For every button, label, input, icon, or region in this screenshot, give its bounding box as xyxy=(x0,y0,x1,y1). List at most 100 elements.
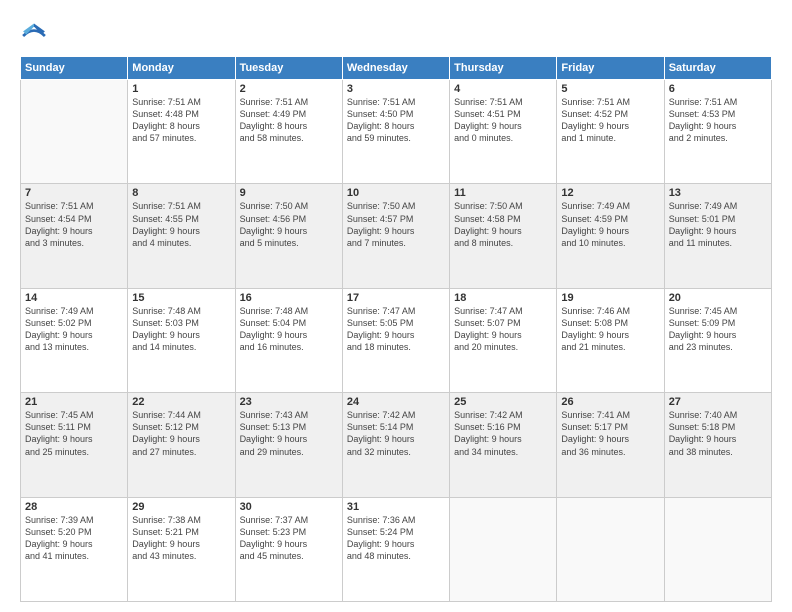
week-row-4: 21Sunrise: 7:45 AM Sunset: 5:11 PM Dayli… xyxy=(21,393,772,497)
day-info: Sunrise: 7:51 AM Sunset: 4:48 PM Dayligh… xyxy=(132,96,230,145)
day-cell xyxy=(450,497,557,601)
week-row-5: 28Sunrise: 7:39 AM Sunset: 5:20 PM Dayli… xyxy=(21,497,772,601)
day-info: Sunrise: 7:47 AM Sunset: 5:05 PM Dayligh… xyxy=(347,305,445,354)
day-number: 11 xyxy=(454,187,552,199)
day-cell: 20Sunrise: 7:45 AM Sunset: 5:09 PM Dayli… xyxy=(664,288,771,392)
day-number: 22 xyxy=(132,396,230,408)
day-cell: 29Sunrise: 7:38 AM Sunset: 5:21 PM Dayli… xyxy=(128,497,235,601)
day-info: Sunrise: 7:43 AM Sunset: 5:13 PM Dayligh… xyxy=(240,409,338,458)
day-number: 31 xyxy=(347,501,445,513)
day-info: Sunrise: 7:44 AM Sunset: 5:12 PM Dayligh… xyxy=(132,409,230,458)
day-number: 9 xyxy=(240,187,338,199)
logo-icon xyxy=(20,22,48,50)
day-number: 27 xyxy=(669,396,767,408)
week-row-3: 14Sunrise: 7:49 AM Sunset: 5:02 PM Dayli… xyxy=(21,288,772,392)
day-info: Sunrise: 7:51 AM Sunset: 4:51 PM Dayligh… xyxy=(454,96,552,145)
weekday-header-tuesday: Tuesday xyxy=(235,57,342,80)
calendar-page: SundayMondayTuesdayWednesdayThursdayFrid… xyxy=(0,0,792,612)
day-info: Sunrise: 7:36 AM Sunset: 5:24 PM Dayligh… xyxy=(347,514,445,563)
day-info: Sunrise: 7:51 AM Sunset: 4:54 PM Dayligh… xyxy=(25,200,123,249)
day-cell: 19Sunrise: 7:46 AM Sunset: 5:08 PM Dayli… xyxy=(557,288,664,392)
day-cell xyxy=(557,497,664,601)
day-cell: 12Sunrise: 7:49 AM Sunset: 4:59 PM Dayli… xyxy=(557,184,664,288)
day-number: 18 xyxy=(454,292,552,304)
day-info: Sunrise: 7:50 AM Sunset: 4:57 PM Dayligh… xyxy=(347,200,445,249)
day-cell: 26Sunrise: 7:41 AM Sunset: 5:17 PM Dayli… xyxy=(557,393,664,497)
day-number: 28 xyxy=(25,501,123,513)
weekday-header-friday: Friday xyxy=(557,57,664,80)
day-info: Sunrise: 7:45 AM Sunset: 5:09 PM Dayligh… xyxy=(669,305,767,354)
weekday-header-thursday: Thursday xyxy=(450,57,557,80)
day-cell: 31Sunrise: 7:36 AM Sunset: 5:24 PM Dayli… xyxy=(342,497,449,601)
day-cell xyxy=(21,80,128,184)
day-number: 10 xyxy=(347,187,445,199)
day-info: Sunrise: 7:51 AM Sunset: 4:55 PM Dayligh… xyxy=(132,200,230,249)
day-number: 4 xyxy=(454,83,552,95)
logo xyxy=(20,22,52,50)
day-cell: 2Sunrise: 7:51 AM Sunset: 4:49 PM Daylig… xyxy=(235,80,342,184)
day-number: 7 xyxy=(25,187,123,199)
day-cell: 13Sunrise: 7:49 AM Sunset: 5:01 PM Dayli… xyxy=(664,184,771,288)
day-number: 19 xyxy=(561,292,659,304)
day-info: Sunrise: 7:49 AM Sunset: 5:01 PM Dayligh… xyxy=(669,200,767,249)
day-cell: 14Sunrise: 7:49 AM Sunset: 5:02 PM Dayli… xyxy=(21,288,128,392)
day-info: Sunrise: 7:51 AM Sunset: 4:52 PM Dayligh… xyxy=(561,96,659,145)
day-info: Sunrise: 7:38 AM Sunset: 5:21 PM Dayligh… xyxy=(132,514,230,563)
day-info: Sunrise: 7:51 AM Sunset: 4:50 PM Dayligh… xyxy=(347,96,445,145)
day-info: Sunrise: 7:46 AM Sunset: 5:08 PM Dayligh… xyxy=(561,305,659,354)
week-row-2: 7Sunrise: 7:51 AM Sunset: 4:54 PM Daylig… xyxy=(21,184,772,288)
day-number: 21 xyxy=(25,396,123,408)
day-cell: 24Sunrise: 7:42 AM Sunset: 5:14 PM Dayli… xyxy=(342,393,449,497)
day-cell: 17Sunrise: 7:47 AM Sunset: 5:05 PM Dayli… xyxy=(342,288,449,392)
day-info: Sunrise: 7:51 AM Sunset: 4:53 PM Dayligh… xyxy=(669,96,767,145)
day-info: Sunrise: 7:39 AM Sunset: 5:20 PM Dayligh… xyxy=(25,514,123,563)
day-cell: 6Sunrise: 7:51 AM Sunset: 4:53 PM Daylig… xyxy=(664,80,771,184)
day-info: Sunrise: 7:48 AM Sunset: 5:03 PM Dayligh… xyxy=(132,305,230,354)
day-cell: 16Sunrise: 7:48 AM Sunset: 5:04 PM Dayli… xyxy=(235,288,342,392)
day-number: 12 xyxy=(561,187,659,199)
day-info: Sunrise: 7:49 AM Sunset: 5:02 PM Dayligh… xyxy=(25,305,123,354)
day-cell: 15Sunrise: 7:48 AM Sunset: 5:03 PM Dayli… xyxy=(128,288,235,392)
day-number: 5 xyxy=(561,83,659,95)
day-cell xyxy=(664,497,771,601)
day-info: Sunrise: 7:42 AM Sunset: 5:16 PM Dayligh… xyxy=(454,409,552,458)
day-number: 8 xyxy=(132,187,230,199)
day-number: 29 xyxy=(132,501,230,513)
header xyxy=(20,18,772,50)
day-info: Sunrise: 7:45 AM Sunset: 5:11 PM Dayligh… xyxy=(25,409,123,458)
day-cell: 28Sunrise: 7:39 AM Sunset: 5:20 PM Dayli… xyxy=(21,497,128,601)
weekday-header-saturday: Saturday xyxy=(664,57,771,80)
weekday-header-monday: Monday xyxy=(128,57,235,80)
day-number: 17 xyxy=(347,292,445,304)
weekday-header-wednesday: Wednesday xyxy=(342,57,449,80)
day-cell: 21Sunrise: 7:45 AM Sunset: 5:11 PM Dayli… xyxy=(21,393,128,497)
weekday-header-sunday: Sunday xyxy=(21,57,128,80)
day-number: 3 xyxy=(347,83,445,95)
day-cell: 7Sunrise: 7:51 AM Sunset: 4:54 PM Daylig… xyxy=(21,184,128,288)
day-number: 13 xyxy=(669,187,767,199)
day-info: Sunrise: 7:50 AM Sunset: 4:56 PM Dayligh… xyxy=(240,200,338,249)
day-cell: 10Sunrise: 7:50 AM Sunset: 4:57 PM Dayli… xyxy=(342,184,449,288)
day-number: 15 xyxy=(132,292,230,304)
day-cell: 1Sunrise: 7:51 AM Sunset: 4:48 PM Daylig… xyxy=(128,80,235,184)
day-info: Sunrise: 7:51 AM Sunset: 4:49 PM Dayligh… xyxy=(240,96,338,145)
day-info: Sunrise: 7:41 AM Sunset: 5:17 PM Dayligh… xyxy=(561,409,659,458)
day-number: 25 xyxy=(454,396,552,408)
day-cell: 23Sunrise: 7:43 AM Sunset: 5:13 PM Dayli… xyxy=(235,393,342,497)
day-info: Sunrise: 7:49 AM Sunset: 4:59 PM Dayligh… xyxy=(561,200,659,249)
day-info: Sunrise: 7:47 AM Sunset: 5:07 PM Dayligh… xyxy=(454,305,552,354)
day-cell: 9Sunrise: 7:50 AM Sunset: 4:56 PM Daylig… xyxy=(235,184,342,288)
day-number: 23 xyxy=(240,396,338,408)
day-cell: 8Sunrise: 7:51 AM Sunset: 4:55 PM Daylig… xyxy=(128,184,235,288)
day-cell: 5Sunrise: 7:51 AM Sunset: 4:52 PM Daylig… xyxy=(557,80,664,184)
day-info: Sunrise: 7:50 AM Sunset: 4:58 PM Dayligh… xyxy=(454,200,552,249)
day-number: 2 xyxy=(240,83,338,95)
day-cell: 4Sunrise: 7:51 AM Sunset: 4:51 PM Daylig… xyxy=(450,80,557,184)
day-number: 20 xyxy=(669,292,767,304)
day-number: 1 xyxy=(132,83,230,95)
day-number: 16 xyxy=(240,292,338,304)
day-cell: 25Sunrise: 7:42 AM Sunset: 5:16 PM Dayli… xyxy=(450,393,557,497)
day-info: Sunrise: 7:40 AM Sunset: 5:18 PM Dayligh… xyxy=(669,409,767,458)
day-cell: 27Sunrise: 7:40 AM Sunset: 5:18 PM Dayli… xyxy=(664,393,771,497)
day-info: Sunrise: 7:48 AM Sunset: 5:04 PM Dayligh… xyxy=(240,305,338,354)
